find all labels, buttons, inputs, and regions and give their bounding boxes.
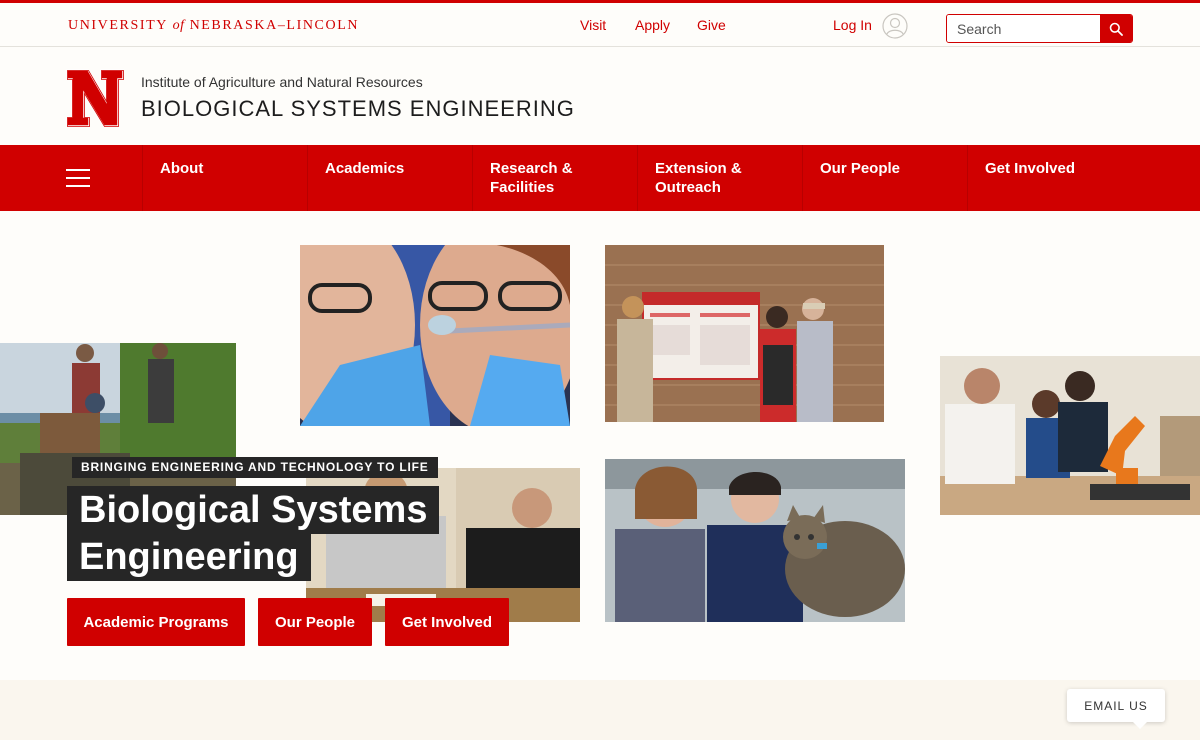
photo-students-with-cat	[605, 459, 905, 622]
nav-label: Our People	[820, 160, 901, 177]
get-involved-button[interactable]: Get Involved	[385, 598, 509, 646]
nav-item-our-people[interactable]: Our People	[802, 145, 967, 211]
university-wordmark-link[interactable]: University of Nebraska–Lincoln	[68, 18, 359, 34]
search-button[interactable]	[1100, 15, 1132, 42]
nebraska-n-logo[interactable]	[66, 69, 124, 127]
hero-kicker: Bringing Engineering and Technology to L…	[72, 457, 438, 478]
nav-label: Facilities	[490, 179, 555, 196]
institute-subtitle[interactable]: Institute of Agriculture and Natural Res…	[141, 74, 423, 90]
login-link[interactable]: Log In	[833, 17, 872, 33]
wordmark-part: of	[172, 18, 185, 33]
photo-poster-session	[605, 245, 884, 422]
nav-item-get-involved[interactable]: Get Involved	[967, 145, 1200, 211]
site-header: Institute of Agriculture and Natural Res…	[0, 48, 1200, 145]
nav-item-about[interactable]: About	[142, 145, 307, 211]
site-title[interactable]: BIOLOGICAL SYSTEMS ENGINEERING	[141, 96, 575, 122]
nav-item-extension[interactable]: Extension & Outreach	[637, 145, 802, 211]
nav-label: Academics	[325, 160, 405, 177]
wordmark-part: Nebraska–Lincoln	[184, 18, 360, 33]
nav-label: About	[160, 160, 204, 177]
search-input[interactable]	[947, 15, 1101, 42]
wordmark-part: University	[68, 18, 173, 33]
utility-bar: University of Nebraska–Lincoln Visit App…	[0, 0, 1200, 47]
nav-label: Get Involved	[985, 160, 1076, 177]
nav-item-academics[interactable]: Academics	[307, 145, 472, 211]
nav-item-research[interactable]: Research & Facilities	[472, 145, 637, 211]
nav-label: Extension &	[655, 160, 742, 177]
photo-lab-contact-lens	[300, 245, 570, 426]
main-navigation: About Academics Research & Facilities Ext…	[0, 145, 1200, 211]
email-us-button[interactable]: EMAIL US	[1067, 689, 1165, 729]
give-link[interactable]: Give	[697, 17, 726, 33]
our-people-button[interactable]: Our People	[258, 598, 372, 646]
search-form	[946, 14, 1133, 43]
hamburger-menu-icon[interactable]	[66, 169, 90, 187]
nav-label: Research &	[490, 160, 573, 177]
user-icon[interactable]	[882, 13, 908, 39]
academic-programs-button[interactable]: Academic Programs	[67, 598, 245, 646]
apply-link[interactable]: Apply	[635, 17, 670, 33]
hero-title-line-2: Engineering	[67, 533, 311, 581]
hero-title-line-1: Biological Systems	[67, 486, 440, 534]
nav-label: Outreach	[655, 179, 721, 196]
photo-robotics-lab	[940, 356, 1200, 515]
search-icon	[1109, 22, 1123, 36]
visit-link[interactable]: Visit	[580, 17, 606, 33]
next-section-band	[0, 680, 1200, 740]
